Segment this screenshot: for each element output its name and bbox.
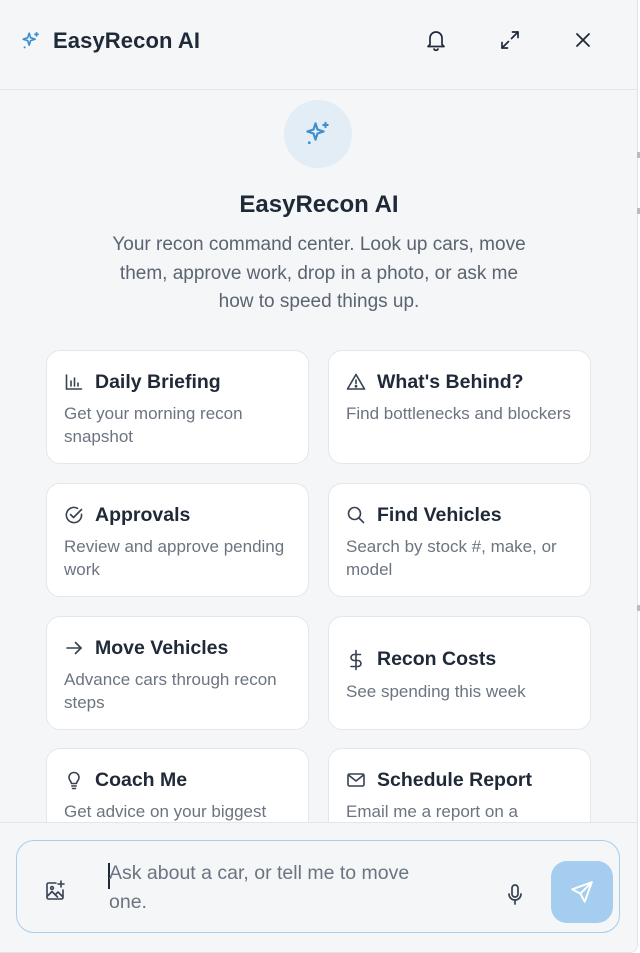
hero-subtitle: Your recon command center. Look up cars,…	[112, 234, 526, 312]
notifications-button[interactable]	[423, 27, 449, 53]
card-move-vehicles[interactable]: Move Vehicles Advance cars through recon…	[46, 616, 309, 730]
hero-badge	[284, 100, 352, 168]
card-approvals[interactable]: Approvals Review and approve pending wor…	[46, 483, 309, 597]
message-input[interactable]: Ask about a car, or tell me to move one.	[16, 840, 620, 933]
card-find-vehicles[interactable]: Find Vehicles Search by stock #, make, o…	[328, 483, 591, 597]
bar-chart-icon	[64, 372, 84, 392]
card-description: Find bottlenecks and blockers	[346, 404, 571, 423]
card-recon-costs[interactable]: Recon Costs See spending this week	[328, 616, 591, 730]
card-coach-me[interactable]: Coach Me Get advice on your biggest	[46, 748, 309, 822]
input-placeholder[interactable]: Ask about a car, or tell me to move one.	[109, 859, 449, 917]
card-title: Find Vehicles	[377, 504, 502, 526]
card-description: Email me a report on a	[346, 802, 518, 821]
assistant-panel: EasyRecon AI Your recon command center. …	[0, 0, 638, 953]
panel-title: EasyRecon AI	[53, 28, 201, 53]
card-description: Search by stock #, make, or model	[346, 537, 557, 579]
lightbulb-icon	[64, 770, 84, 790]
content-area: EasyRecon AI Your recon command center. …	[0, 0, 637, 822]
sparkles-icon	[306, 121, 329, 145]
hero-title: EasyRecon AI	[239, 191, 399, 218]
search-icon	[346, 505, 366, 525]
card-daily-briefing[interactable]: Daily Briefing Get your morning recon sn…	[46, 350, 309, 464]
dollar-icon	[346, 649, 366, 671]
card-title: Daily Briefing	[95, 371, 221, 393]
microphone-icon[interactable]	[505, 883, 525, 907]
check-circle-icon	[64, 505, 84, 525]
card-title: Coach Me	[95, 769, 188, 791]
card-description: Advance cars through recon steps	[64, 670, 277, 712]
image-add-icon[interactable]	[43, 879, 67, 903]
expand-button[interactable]	[497, 27, 523, 53]
mail-icon	[346, 770, 366, 790]
send-icon	[571, 881, 593, 903]
composer-bar: Ask about a car, or tell me to move one.	[0, 822, 637, 952]
card-whats-behind[interactable]: What's Behind? Find bottlenecks and bloc…	[328, 350, 591, 464]
arrow-right-icon	[64, 638, 84, 658]
card-description: See spending this week	[346, 682, 526, 701]
warning-triangle-icon	[346, 372, 366, 392]
card-schedule-report[interactable]: Schedule Report Email me a report on a	[328, 748, 591, 822]
card-title: Schedule Report	[377, 769, 532, 791]
card-description: Get your morning recon snapshot	[64, 404, 243, 446]
expand-icon	[501, 31, 519, 49]
close-button[interactable]	[570, 27, 596, 53]
send-button[interactable]	[551, 861, 613, 923]
card-title: Recon Costs	[377, 648, 497, 670]
bell-icon	[427, 31, 445, 52]
card-title: Move Vehicles	[95, 637, 229, 659]
card-description: Get advice on your biggest	[64, 802, 267, 821]
sparkles-icon	[22, 31, 39, 49]
card-title: Approvals	[95, 504, 191, 526]
close-icon	[576, 33, 590, 47]
panel-header: EasyRecon AI	[0, 0, 637, 90]
card-description: Review and approve pending work	[64, 537, 285, 579]
card-title: What's Behind?	[377, 371, 524, 393]
